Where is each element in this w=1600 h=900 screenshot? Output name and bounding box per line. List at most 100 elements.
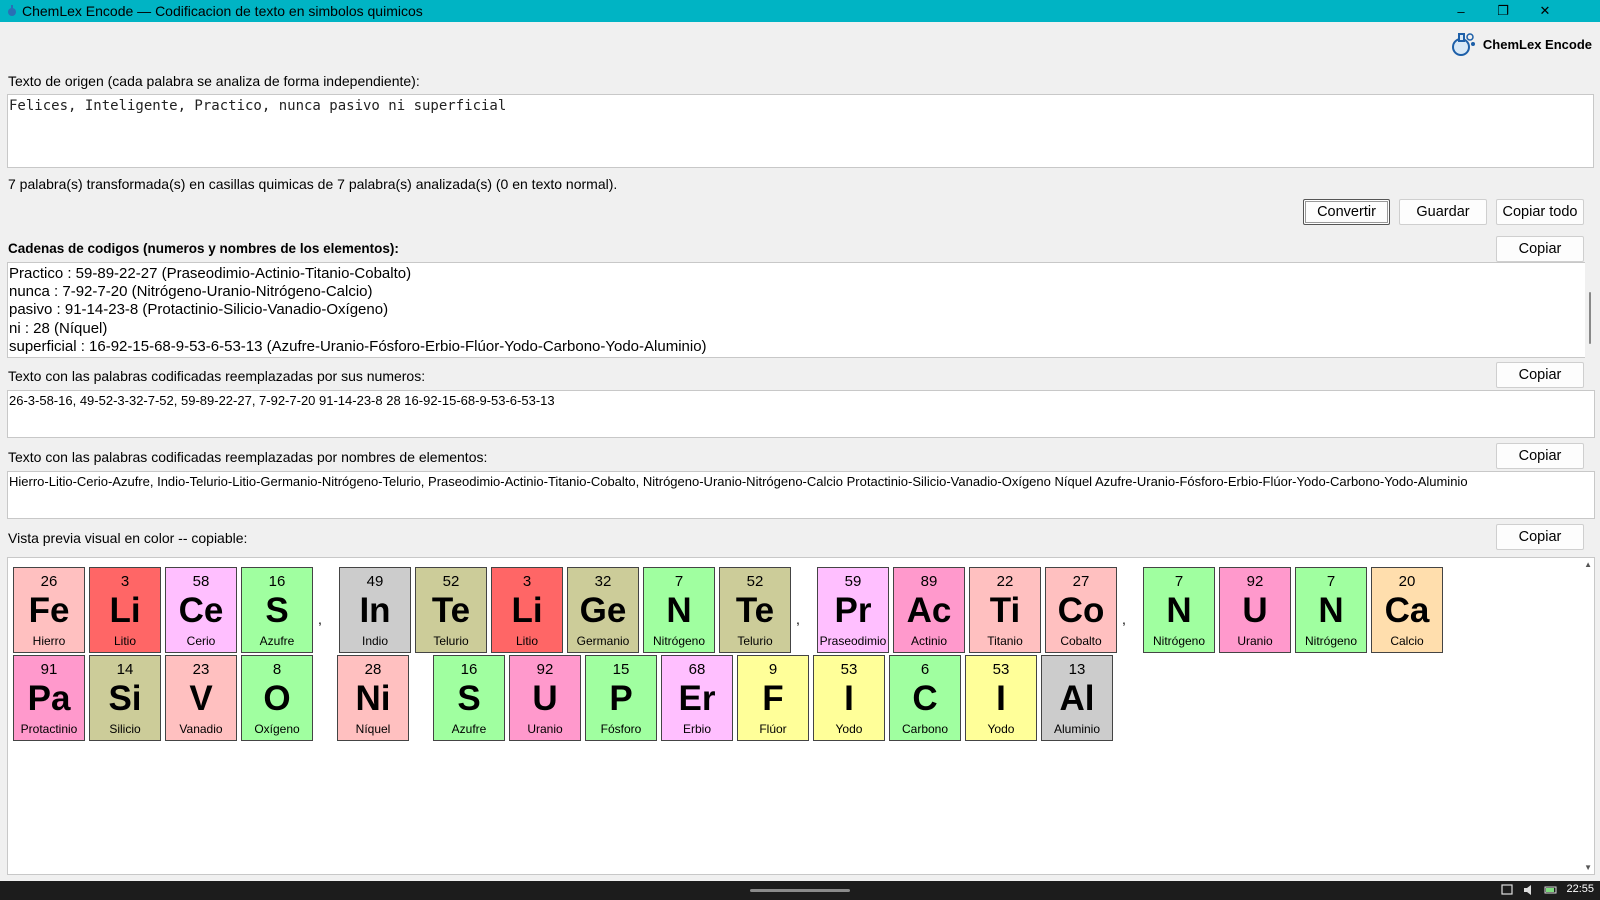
atomic-number: 7 — [1174, 573, 1184, 590]
element-symbol: N — [666, 591, 692, 630]
brand-name: ChemLex Encode — [1482, 36, 1592, 52]
atomic-number: 53 — [992, 661, 1010, 678]
code-line: Practico : 59-89-22-27 (Praseodimio-Acti… — [9, 265, 412, 282]
element-symbol: V — [189, 679, 213, 718]
element-symbol: Ce — [178, 591, 224, 630]
element-tile: 9 F Flúor — [737, 655, 809, 741]
element-tile: 58 Ce Cerio — [165, 567, 237, 653]
element-symbol: Ac — [906, 591, 952, 630]
scroll-down-icon[interactable]: ▼ — [1584, 863, 1592, 872]
copy-numbers-button[interactable]: Copiar — [1496, 362, 1584, 388]
element-symbol: Co — [1057, 591, 1105, 630]
volume-icon[interactable] — [1522, 883, 1536, 897]
element-symbol: Er — [678, 679, 716, 718]
copy-names-button[interactable]: Copiar — [1496, 443, 1584, 469]
maximize-icon: ❐ — [1497, 3, 1509, 18]
element-tile: 92 U Uranio — [1219, 567, 1291, 653]
element-tile: 14 Si Silicio — [89, 655, 161, 741]
numbers-textbox[interactable]: 26-3-58-16, 49-52-3-32-7-52, 59-89-22-27… — [7, 390, 1595, 438]
preview-panel[interactable]: ▲ 26 Fe Hierro 3 Li Litio 58 Ce Cerio 16 S Azufre, 4… — [7, 557, 1595, 875]
element-symbol: Pa — [27, 679, 71, 718]
element-name: Cerio — [186, 634, 216, 648]
atomic-number: 7 — [1326, 573, 1336, 590]
element-symbol: P — [609, 679, 633, 718]
element-tile: 13 Al Aluminio — [1041, 655, 1113, 741]
element-tile: 53 I Yodo — [813, 655, 885, 741]
atomic-number: 9 — [768, 661, 778, 678]
element-tile: 16 S Azufre — [433, 655, 505, 741]
element-name: Flúor — [759, 722, 787, 736]
convert-button[interactable]: Convertir — [1303, 199, 1390, 225]
window-title: ChemLex Encode — Codificacion de texto e… — [22, 3, 423, 19]
element-tile: 3 Li Litio — [89, 567, 161, 653]
atomic-number: 7 — [674, 573, 684, 590]
atomic-number: 53 — [840, 661, 858, 678]
code-line: ni : 28 (Níquel) — [9, 319, 108, 337]
taskbar-handle[interactable] — [750, 889, 850, 892]
punctuation: , — [318, 611, 322, 627]
codes-scrollbar[interactable] — [1585, 262, 1595, 358]
atomic-number: 13 — [1068, 661, 1086, 678]
element-symbol: N — [1318, 591, 1344, 630]
element-name: Indio — [361, 634, 389, 648]
element-symbol: Al — [1059, 679, 1095, 718]
element-tile: 8 O Oxígeno — [241, 655, 313, 741]
element-name: Litio — [113, 634, 136, 648]
battery-icon[interactable] — [1544, 883, 1558, 897]
numbers-label: Texto con las palabras codificadas reemp… — [8, 368, 426, 384]
atomic-number: 15 — [612, 661, 630, 678]
names-textbox[interactable]: Hierro-Litio-Cerio-Azufre, Indio-Telurio… — [7, 471, 1595, 519]
element-symbol: S — [457, 679, 481, 718]
element-name: Telurio — [737, 634, 773, 648]
atomic-number: 20 — [1398, 573, 1416, 590]
copy-codes-button[interactable]: Copiar — [1496, 236, 1584, 262]
atomic-number: 22 — [996, 573, 1014, 590]
atomic-number: 23 — [192, 661, 210, 678]
preview-label: Vista previa visual en color -- copiable… — [8, 530, 248, 546]
element-tile: 27 Co Cobalto — [1045, 567, 1117, 653]
atomic-number: 52 — [442, 573, 460, 590]
close-button[interactable]: ✕ — [1524, 0, 1566, 22]
atomic-number: 58 — [192, 573, 210, 590]
element-name: Fósforo — [600, 722, 642, 736]
element-name: Carbono — [901, 722, 949, 736]
element-tile: 15 P Fósforo — [585, 655, 657, 741]
minimize-button[interactable]: – — [1440, 0, 1482, 22]
element-name: Nitrógeno — [1304, 634, 1358, 648]
element-symbol: S — [265, 591, 289, 630]
maximize-button[interactable]: ❐ — [1482, 0, 1524, 22]
element-name: Telurio — [433, 634, 469, 648]
element-name: Vanadio — [179, 722, 223, 736]
element-name: Aluminio — [1053, 722, 1101, 736]
element-tiles: 26 Fe Hierro 3 Li Litio 58 Ce Cerio 16 S Azufre, 49 I… — [13, 567, 1573, 743]
code-line: superficial : 16-92-15-68-9-53-6-53-13 (… — [9, 337, 707, 355]
save-button[interactable]: Guardar — [1399, 199, 1487, 225]
names-label: Texto con las palabras codificadas reemp… — [8, 449, 488, 465]
element-tile: 7 N Nitrógeno — [643, 567, 715, 653]
copy-all-button[interactable]: Copiar todo — [1496, 199, 1584, 225]
element-name: Cobalto — [1060, 634, 1102, 648]
element-name: Praseodimio — [819, 634, 887, 648]
element-symbol: I — [996, 679, 1006, 718]
element-tile: 28 Ni Níquel — [337, 655, 409, 741]
scroll-up-icon[interactable]: ▲ — [1584, 560, 1592, 569]
notification-icon[interactable] — [1500, 883, 1514, 897]
copy-preview-button[interactable]: Copiar — [1496, 524, 1584, 550]
tile-row: 26 Fe Hierro 3 Li Litio 58 Ce Cerio 16 S Azufre, 49 I… — [13, 567, 1573, 655]
taskbar: 22:55 — [0, 881, 1600, 900]
scrollbar-thumb[interactable] — [1589, 292, 1591, 344]
source-input[interactable] — [7, 94, 1594, 168]
codes-textbox[interactable]: Practico : 59-89-22-27 (Praseodimio-Acti… — [7, 262, 1585, 358]
element-name: Nitrógeno — [652, 634, 706, 648]
atomic-number: 32 — [594, 573, 612, 590]
element-name: Erbio — [682, 722, 711, 736]
element-name: Nitrógeno — [1152, 634, 1206, 648]
atomic-number: 3 — [522, 573, 532, 590]
atomic-number: 89 — [920, 573, 938, 590]
element-name: Titanio — [987, 634, 1023, 648]
close-icon: ✕ — [1539, 3, 1551, 18]
element-symbol: Si — [108, 679, 142, 718]
element-tile: 7 N Nitrógeno — [1295, 567, 1367, 653]
atomic-number: 27 — [1072, 573, 1090, 590]
element-symbol: Li — [109, 591, 141, 630]
